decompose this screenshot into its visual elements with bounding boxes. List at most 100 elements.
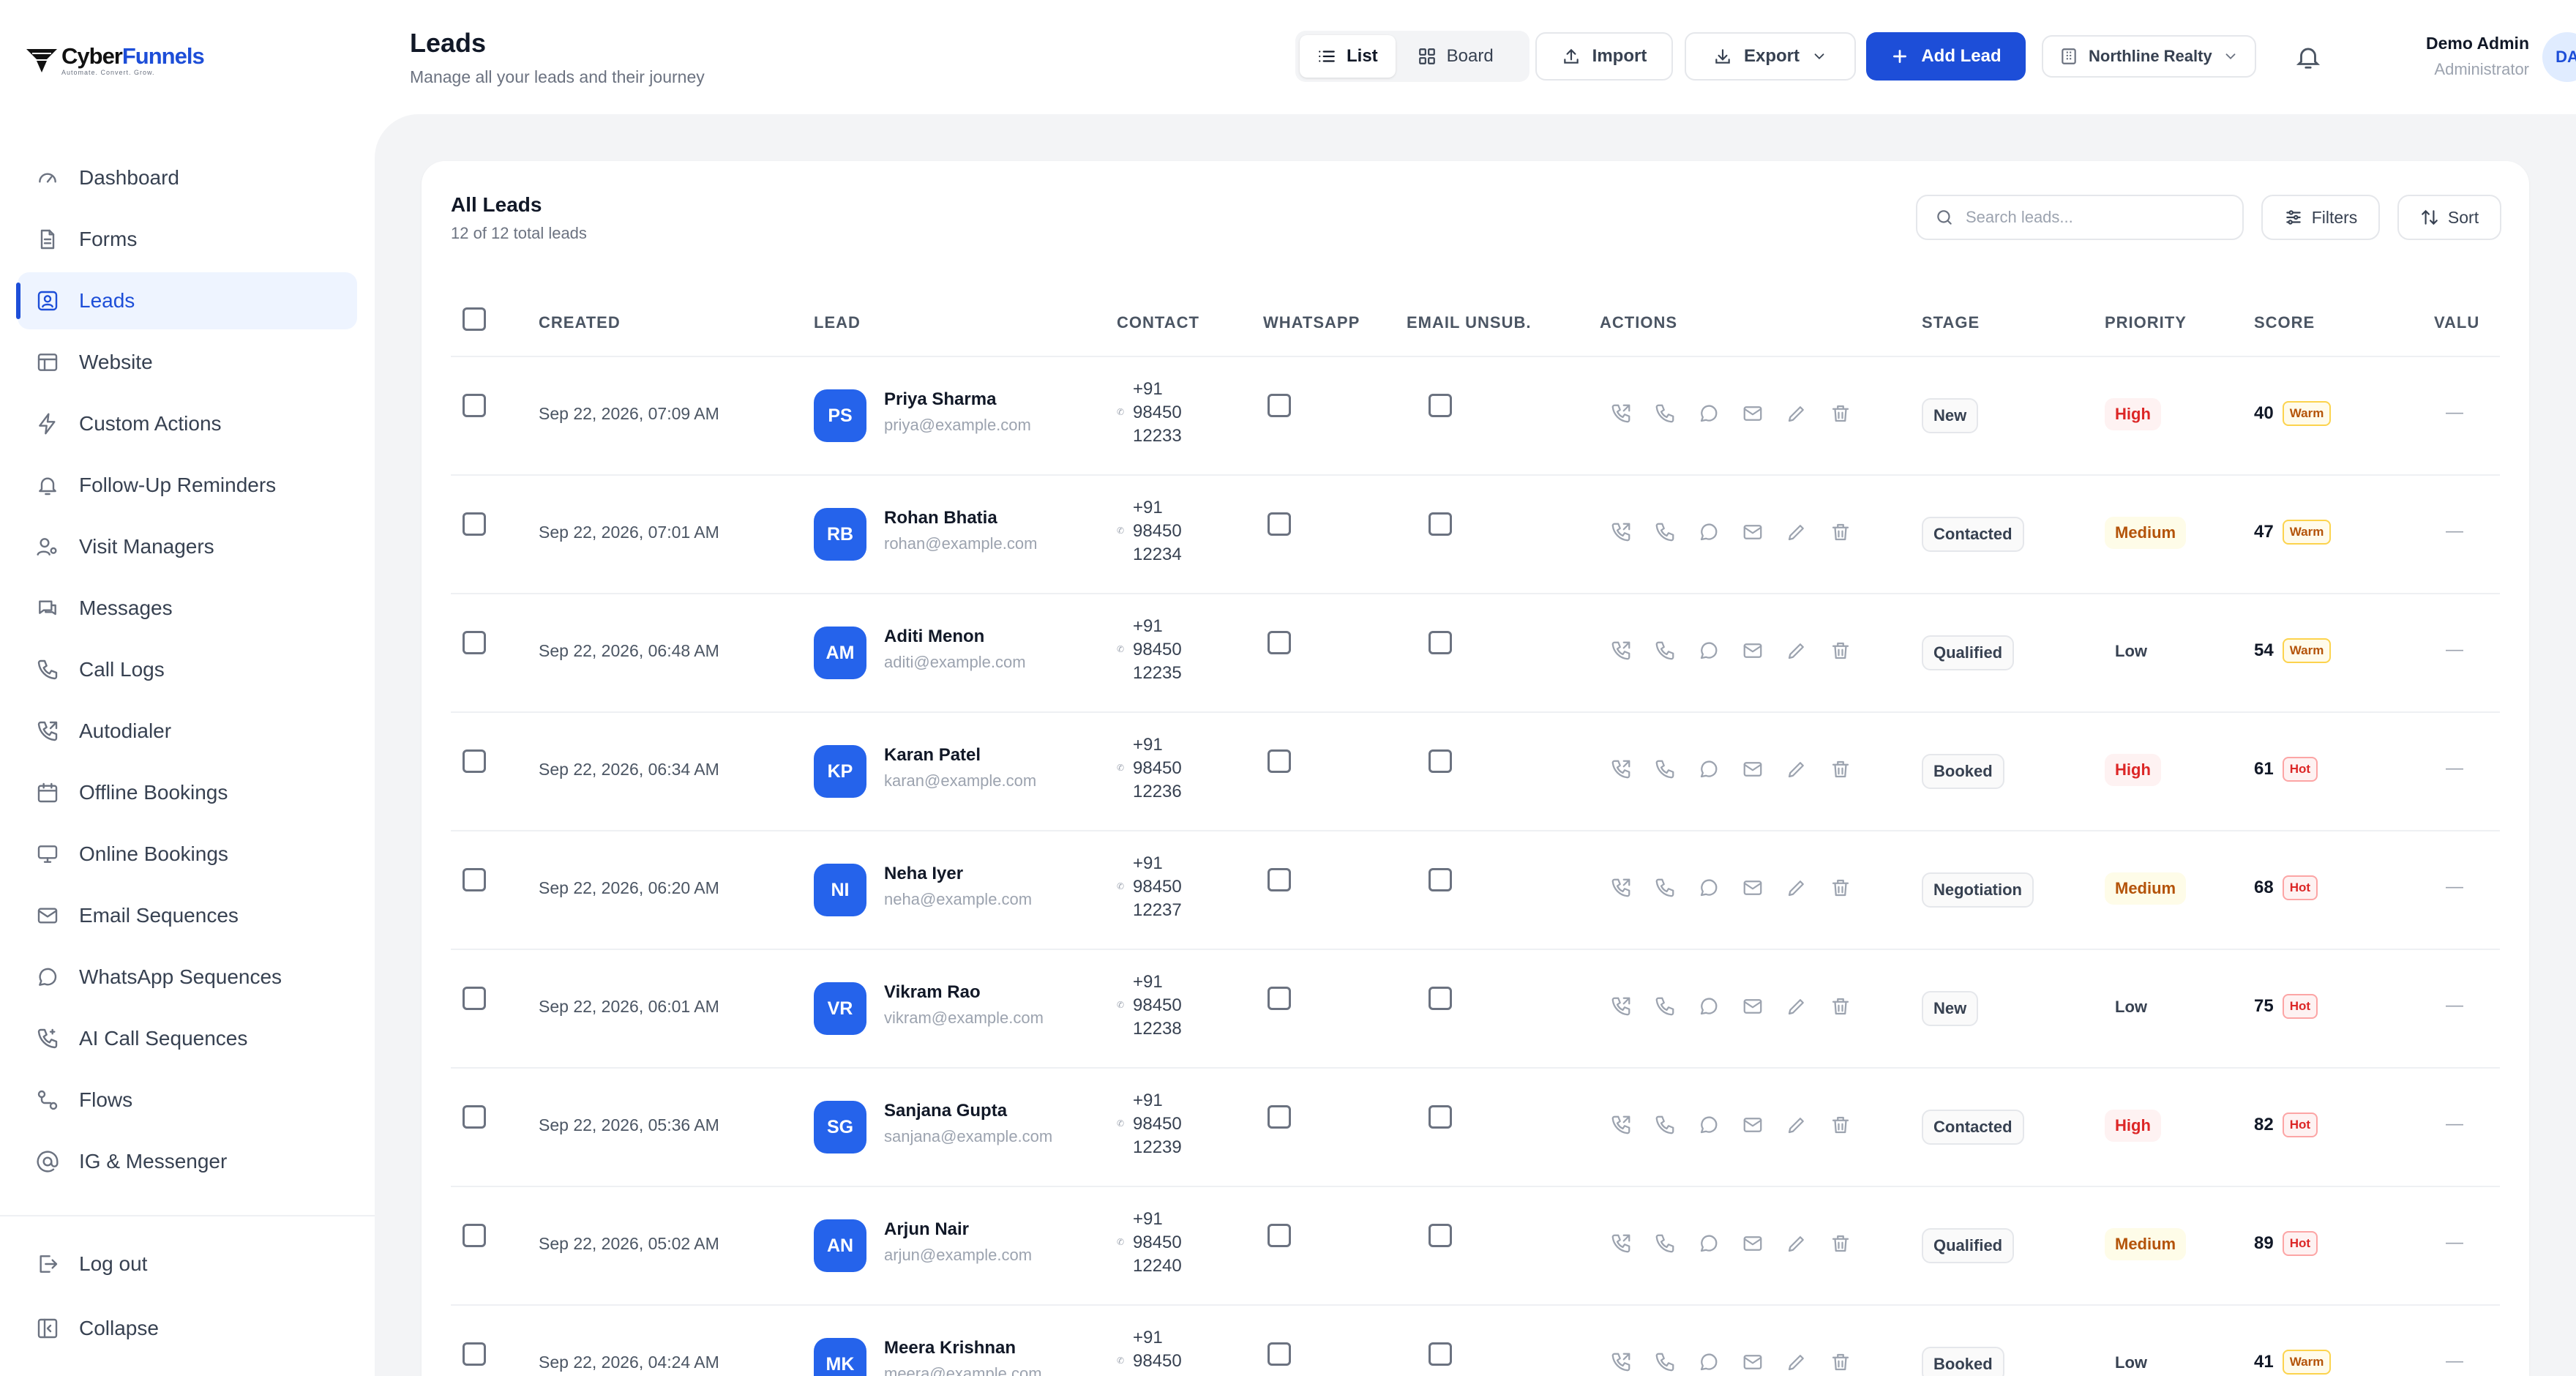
lead-info[interactable]: Sanjana Gupta sanjana@example.com <box>884 1101 1052 1146</box>
call-lead-button[interactable] <box>1609 1350 1633 1375</box>
delete-lead-button[interactable] <box>1828 401 1853 426</box>
column-header-created[interactable]: CREATED <box>539 313 621 332</box>
stage-badge[interactable]: New <box>1922 398 1979 433</box>
whatsapp-checkbox[interactable] <box>1268 1342 1291 1366</box>
table-row[interactable]: Sep 22, 2026, 06:01 AM VR Vikram Rao vik… <box>451 949 2500 1067</box>
stage-badge[interactable]: Qualified <box>1922 635 2015 670</box>
edit-lead-button[interactable] <box>1784 520 1809 545</box>
lead-name[interactable]: Rohan Bhatia <box>884 508 1037 528</box>
sidebar-item-email-sequences[interactable]: Email Sequences <box>18 887 357 944</box>
lead-name[interactable]: Aditi Menon <box>884 627 1026 647</box>
email-unsub-checkbox[interactable] <box>1429 1224 1452 1247</box>
sidebar-item-messages[interactable]: Messages <box>18 580 357 637</box>
sidebar-item-call-logs[interactable]: Call Logs <box>18 641 357 698</box>
edit-lead-button[interactable] <box>1784 994 1809 1019</box>
table-row[interactable]: Sep 22, 2026, 06:48 AM AM Aditi Menon ad… <box>451 593 2500 711</box>
call-lead-button[interactable] <box>1609 638 1633 663</box>
whatsapp-lead-button[interactable] <box>1696 401 1721 426</box>
edit-lead-button[interactable] <box>1784 1350 1809 1375</box>
phone-lead-button[interactable] <box>1652 994 1677 1019</box>
email-lead-button[interactable] <box>1740 520 1765 545</box>
whatsapp-lead-button[interactable] <box>1696 875 1721 900</box>
column-header-valu[interactable]: VALU <box>2434 313 2479 332</box>
column-header-contact[interactable]: CONTACT <box>1117 313 1199 332</box>
lead-name[interactable]: Meera Krishnan <box>884 1338 1042 1358</box>
column-header-whatsapp[interactable]: WHATSAPP <box>1263 313 1360 332</box>
email-unsub-checkbox[interactable] <box>1429 631 1452 654</box>
email-unsub-checkbox[interactable] <box>1429 1105 1452 1129</box>
phone-lead-button[interactable] <box>1652 638 1677 663</box>
lead-info[interactable]: Karan Patel karan@example.com <box>884 745 1036 790</box>
lead-name[interactable]: Sanjana Gupta <box>884 1101 1052 1121</box>
stage-badge[interactable]: Negotiation <box>1922 872 2034 908</box>
email-lead-button[interactable] <box>1740 401 1765 426</box>
whatsapp-lead-button[interactable] <box>1696 638 1721 663</box>
delete-lead-button[interactable] <box>1828 994 1853 1019</box>
email-lead-button[interactable] <box>1740 638 1765 663</box>
email-unsub-checkbox[interactable] <box>1429 512 1452 536</box>
whatsapp-lead-button[interactable] <box>1696 994 1721 1019</box>
export-button[interactable]: Export <box>1685 32 1856 81</box>
table-row[interactable]: Sep 22, 2026, 06:34 AM KP Karan Patel ka… <box>451 711 2500 830</box>
column-header-lead[interactable]: LEAD <box>814 313 861 332</box>
row-checkbox[interactable] <box>463 987 486 1010</box>
delete-lead-button[interactable] <box>1828 1231 1853 1256</box>
delete-lead-button[interactable] <box>1828 638 1853 663</box>
sidebar-item-autodialer[interactable]: Autodialer <box>18 703 357 760</box>
email-unsub-checkbox[interactable] <box>1429 868 1452 891</box>
email-lead-button[interactable] <box>1740 994 1765 1019</box>
sidebar-item-flows[interactable]: Flows <box>18 1072 357 1129</box>
lead-info[interactable]: Vikram Rao vikram@example.com <box>884 982 1044 1028</box>
whatsapp-lead-button[interactable] <box>1696 1231 1721 1256</box>
sidebar-item-ig-messenger[interactable]: IG & Messenger <box>18 1133 357 1190</box>
whatsapp-checkbox[interactable] <box>1268 394 1291 417</box>
email-unsub-checkbox[interactable] <box>1429 749 1452 773</box>
email-lead-button[interactable] <box>1740 875 1765 900</box>
edit-lead-button[interactable] <box>1784 1113 1809 1137</box>
add-lead-button[interactable]: Add Lead <box>1866 32 2026 81</box>
whatsapp-lead-button[interactable] <box>1696 757 1721 782</box>
whatsapp-checkbox[interactable] <box>1268 512 1291 536</box>
column-header-email-unsub-[interactable]: EMAIL UNSUB. <box>1407 313 1532 332</box>
sort-button[interactable]: Sort <box>2397 195 2501 240</box>
row-checkbox[interactable] <box>463 394 486 417</box>
delete-lead-button[interactable] <box>1828 520 1853 545</box>
email-unsub-checkbox[interactable] <box>1429 1342 1452 1366</box>
whatsapp-checkbox[interactable] <box>1268 631 1291 654</box>
delete-lead-button[interactable] <box>1828 1113 1853 1137</box>
sidebar-item-website[interactable]: Website <box>18 334 357 391</box>
call-lead-button[interactable] <box>1609 1231 1633 1256</box>
whatsapp-lead-button[interactable] <box>1696 1113 1721 1137</box>
lead-name[interactable]: Karan Patel <box>884 745 1036 766</box>
user-avatar[interactable]: DA <box>2542 32 2576 82</box>
sidebar-item-log-out[interactable]: Log out <box>18 1235 357 1293</box>
whatsapp-checkbox[interactable] <box>1268 749 1291 773</box>
phone-lead-button[interactable] <box>1652 1231 1677 1256</box>
sidebar-item-online-bookings[interactable]: Online Bookings <box>18 826 357 883</box>
row-checkbox[interactable] <box>463 749 486 773</box>
select-all-checkbox[interactable] <box>463 307 486 331</box>
lead-name[interactable]: Priya Sharma <box>884 389 1031 410</box>
phone-lead-button[interactable] <box>1652 401 1677 426</box>
phone-lead-button[interactable] <box>1652 757 1677 782</box>
delete-lead-button[interactable] <box>1828 757 1853 782</box>
lead-name[interactable]: Arjun Nair <box>884 1219 1032 1240</box>
edit-lead-button[interactable] <box>1784 875 1809 900</box>
stage-badge[interactable]: Qualified <box>1922 1228 2015 1263</box>
column-header-stage[interactable]: STAGE <box>1922 313 1980 332</box>
sidebar-item-collapse[interactable]: Collapse <box>18 1300 357 1357</box>
lead-name[interactable]: Vikram Rao <box>884 982 1044 1003</box>
sidebar-item-leads[interactable]: Leads <box>16 272 357 329</box>
sidebar-item-forms[interactable]: Forms <box>18 211 357 268</box>
table-row[interactable]: Sep 22, 2026, 05:36 AM SG Sanjana Gupta … <box>451 1067 2500 1186</box>
sidebar-item-visit-managers[interactable]: Visit Managers <box>18 518 357 575</box>
column-header-actions[interactable]: ACTIONS <box>1600 313 1677 332</box>
list-view-button[interactable]: List <box>1300 35 1396 78</box>
call-lead-button[interactable] <box>1609 1113 1633 1137</box>
email-unsub-checkbox[interactable] <box>1429 987 1452 1010</box>
import-button[interactable]: Import <box>1535 32 1673 81</box>
phone-lead-button[interactable] <box>1652 1113 1677 1137</box>
phone-lead-button[interactable] <box>1652 1350 1677 1375</box>
stage-badge[interactable]: Contacted <box>1922 517 2024 552</box>
sidebar-item-whatsapp-sequences[interactable]: WhatsApp Sequences <box>18 949 357 1006</box>
